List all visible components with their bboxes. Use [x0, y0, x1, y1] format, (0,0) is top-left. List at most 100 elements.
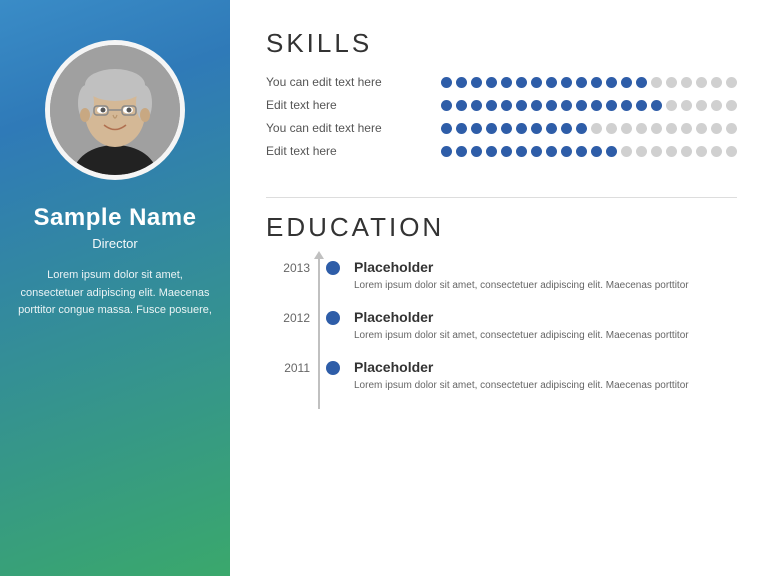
dot-empty	[726, 123, 737, 134]
dot-filled	[591, 146, 602, 157]
dot-filled	[591, 77, 602, 88]
dot-empty	[711, 100, 722, 111]
dot-filled	[546, 123, 557, 134]
dot-empty	[711, 123, 722, 134]
dot-filled	[501, 123, 512, 134]
dot-filled	[501, 146, 512, 157]
timeline-content-0: Placeholder Lorem ipsum dolor sit amet, c…	[354, 259, 737, 293]
dot-filled	[621, 77, 632, 88]
dot-empty	[621, 146, 632, 157]
dot-filled	[531, 100, 542, 111]
dot-filled	[561, 123, 572, 134]
dot-empty	[681, 123, 692, 134]
dot-filled	[441, 146, 452, 157]
skill-dots-2	[441, 123, 737, 134]
dot-filled	[546, 100, 557, 111]
dot-empty	[666, 123, 677, 134]
person-title: Director	[92, 236, 138, 251]
dot-empty	[696, 100, 707, 111]
dot-filled	[516, 100, 527, 111]
timeline-arrow	[314, 251, 324, 259]
skill-row-1: Edit text here	[266, 98, 737, 112]
dot-filled	[576, 146, 587, 157]
dot-filled	[591, 100, 602, 111]
timeline-dot-0	[326, 261, 340, 275]
dot-filled	[516, 123, 527, 134]
dot-filled	[441, 77, 452, 88]
dot-filled	[561, 77, 572, 88]
dot-empty	[726, 146, 737, 157]
dot-empty	[726, 77, 737, 88]
dot-filled	[516, 77, 527, 88]
timeline-item-1: 2012 PlaceholderLorem ipsum dolor sit ame…	[266, 309, 737, 343]
skill-label-1: Edit text here	[266, 98, 441, 112]
dot-filled	[501, 100, 512, 111]
dot-empty	[651, 77, 662, 88]
timeline-text-2: Lorem ipsum dolor sit amet, consectetuer…	[354, 378, 737, 393]
dot-filled	[456, 100, 467, 111]
dot-empty	[711, 146, 722, 157]
skill-dots-1	[441, 100, 737, 111]
dot-filled	[546, 146, 557, 157]
timeline-year-2: 2011	[266, 359, 310, 375]
timeline-year-1: 2012	[266, 309, 310, 325]
dot-empty	[681, 146, 692, 157]
dot-filled	[441, 123, 452, 134]
dot-filled	[576, 100, 587, 111]
skill-label-3: Edit text here	[266, 144, 441, 158]
dot-filled	[501, 77, 512, 88]
section-divider	[266, 197, 737, 198]
dot-filled	[471, 146, 482, 157]
left-panel: Sample Name Director Lorem ipsum dolor s…	[0, 0, 230, 576]
dot-filled	[576, 123, 587, 134]
skill-dots-0	[441, 77, 737, 88]
dot-empty	[681, 100, 692, 111]
person-bio: Lorem ipsum dolor sit amet, consectetuer…	[0, 267, 230, 320]
timeline-heading-0: Placeholder	[354, 259, 737, 275]
timeline-content-1: PlaceholderLorem ipsum dolor sit amet, c…	[354, 309, 737, 343]
dot-filled	[606, 146, 617, 157]
timeline-dot-2	[326, 361, 340, 375]
timeline-item-0: 2013PlaceholderLorem ipsum dolor sit ame…	[266, 259, 737, 293]
dot-empty	[726, 100, 737, 111]
dot-empty	[696, 146, 707, 157]
skill-label-0: You can edit text here	[266, 75, 441, 89]
dot-filled	[561, 100, 572, 111]
avatar	[45, 40, 185, 180]
skill-label-2: You can edit text here	[266, 121, 441, 135]
dot-filled	[486, 123, 497, 134]
dot-empty	[696, 123, 707, 134]
dot-empty	[696, 77, 707, 88]
dot-filled	[471, 77, 482, 88]
dot-filled	[606, 77, 617, 88]
dot-filled	[471, 123, 482, 134]
dot-filled	[456, 77, 467, 88]
dot-filled	[636, 100, 647, 111]
dot-filled	[531, 146, 542, 157]
dot-empty	[651, 123, 662, 134]
timeline: 2013PlaceholderLorem ipsum dolor sit ame…	[266, 259, 737, 409]
dot-empty	[651, 146, 662, 157]
skill-row-0: You can edit text here	[266, 75, 737, 89]
skills-section-title: SKILLS	[266, 28, 737, 59]
dot-filled	[456, 123, 467, 134]
timeline-heading-1: Placeholder	[354, 309, 737, 325]
timeline-heading-2: Placeholder	[354, 359, 737, 375]
person-name: Sample Name	[34, 204, 197, 232]
dot-filled	[441, 100, 452, 111]
skill-row-3: Edit text here	[266, 144, 737, 158]
dot-empty	[666, 77, 677, 88]
right-panel: SKILLS You can edit text here Edit text h…	[230, 0, 768, 576]
dot-filled	[636, 77, 647, 88]
dot-filled	[606, 100, 617, 111]
dot-empty	[591, 123, 602, 134]
timeline-text-0: Lorem ipsum dolor sit amet, consectetuer…	[354, 278, 737, 293]
dot-filled	[471, 100, 482, 111]
dot-empty	[621, 123, 632, 134]
dot-empty	[606, 123, 617, 134]
education-section-title: EDUCATION	[266, 212, 737, 243]
timeline-dot-1	[326, 311, 340, 325]
dot-filled	[486, 146, 497, 157]
timeline-content-2: Placeholder Lorem ipsum dolor sit amet, c…	[354, 359, 737, 393]
dot-filled	[651, 100, 662, 111]
